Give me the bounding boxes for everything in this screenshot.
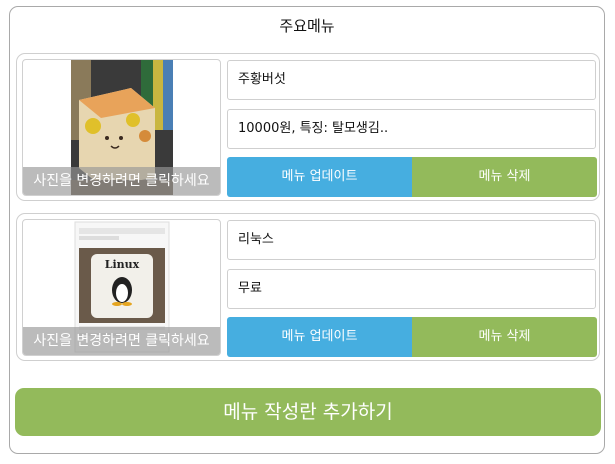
add-menu-form-button[interactable]: 메뉴 작성란 추가하기 — [15, 388, 601, 436]
photo-change-caption[interactable]: 사진을 변경하려면 클릭하세요 — [23, 167, 220, 195]
menu-name-field[interactable]: 리눅스 — [227, 220, 596, 260]
menu-photo[interactable]: 사진을 변경하려면 클릭하세요 — [22, 59, 221, 196]
menu-details-field[interactable]: 무료 — [227, 269, 596, 309]
menu-details-field[interactable]: 10000원, 특징: 탈모생김.. — [227, 109, 596, 149]
menu-name-field[interactable]: 주황버섯 — [227, 60, 596, 100]
delete-menu-button[interactable]: 메뉴 삭제 — [412, 317, 597, 357]
delete-menu-button[interactable]: 메뉴 삭제 — [412, 157, 597, 197]
update-menu-button[interactable]: 메뉴 업데이트 — [227, 157, 412, 197]
menu-photo[interactable]: Linux 사진을 변경하려면 클릭하세요 — [22, 219, 221, 356]
menu-card: Linux 사진을 변경하려면 클릭하세요 리눅스 무료 메뉴 업데이트 메뉴 … — [16, 213, 600, 361]
main-menu-panel: 주요메뉴 사진을 변경하려면 클릭하세요 주황버섯 10000원, 특징: 탈모… — [9, 6, 605, 454]
page-title: 주요메뉴 — [279, 17, 335, 35]
photo-change-caption[interactable]: 사진을 변경하려면 클릭하세요 — [23, 327, 220, 355]
update-menu-button[interactable]: 메뉴 업데이트 — [227, 317, 412, 357]
menu-card: 사진을 변경하려면 클릭하세요 주황버섯 10000원, 특징: 탈모생김.. … — [16, 53, 600, 201]
mug-text: Linux — [105, 258, 140, 271]
